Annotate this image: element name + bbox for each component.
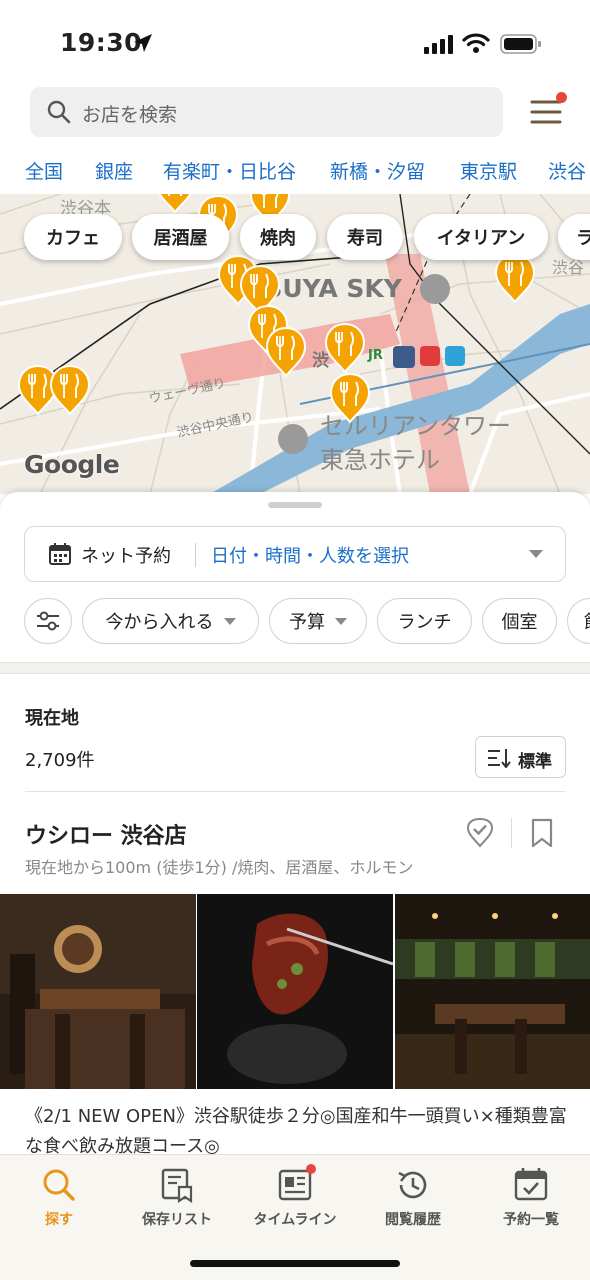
tab-search-label: 探す	[45, 1212, 73, 1228]
search-placeholder: お店を検索	[82, 104, 178, 126]
results-sheet: ネット予約 日付・時間・人数を選択 今から入れる 予算 ランチ 個室 飲 現在地…	[0, 492, 590, 1154]
result-count: 2,709件	[25, 750, 95, 771]
area-tab-yurakucho[interactable]: 有楽町・日比谷	[163, 157, 296, 184]
filter-available-now[interactable]: 今から入れる	[82, 598, 259, 644]
search-input[interactable]: お店を検索	[30, 87, 503, 137]
visited-check-icon[interactable]	[466, 818, 494, 848]
area-tab-ginza[interactable]: 銀座	[95, 157, 133, 184]
wifi-icon	[462, 33, 490, 53]
tab-reservations[interactable]: 予約一覧	[472, 1167, 590, 1231]
tab-timeline-label: タイムライン	[253, 1212, 337, 1228]
filter-budget[interactable]: 予算	[269, 598, 367, 644]
shop-photo-dining[interactable]	[395, 894, 590, 1089]
reservation-selector[interactable]: ネット予約 日付・時間・人数を選択	[24, 526, 566, 582]
tab-history-label: 閲覧履歴	[385, 1212, 441, 1228]
notification-badge	[306, 1164, 316, 1174]
reservation-divider	[195, 543, 196, 567]
status-time: 19:30	[60, 28, 143, 57]
shop-name[interactable]: ウシロー 渋谷店	[25, 818, 187, 850]
tab-search[interactable]: 探す	[0, 1167, 118, 1231]
google-logo: Google	[24, 450, 120, 479]
filter-lunch[interactable]: ランチ	[377, 598, 472, 644]
sliders-icon	[37, 611, 59, 631]
tab-history[interactable]: 閲覧履歴	[354, 1167, 472, 1231]
section-divider	[0, 662, 590, 674]
history-clock-icon	[398, 1171, 427, 1199]
search-icon	[43, 1169, 75, 1201]
filter-settings-button[interactable]	[24, 598, 72, 644]
sort-icon	[488, 749, 511, 768]
sheet-handle[interactable]	[268, 502, 322, 508]
category-chip-cafe[interactable]: カフェ	[24, 214, 122, 260]
sort-label: 標準	[518, 752, 552, 772]
tab-reservations-label: 予約一覧	[503, 1212, 559, 1228]
reservation-label: ネット予約	[81, 546, 171, 567]
filter-available-now-label: 今から入れる	[105, 612, 214, 633]
battery-icon	[500, 34, 541, 54]
divider	[25, 791, 565, 792]
sort-button[interactable]: 標準	[475, 736, 566, 778]
divider	[511, 818, 512, 848]
notification-badge	[556, 92, 567, 103]
tab-saved-list-label: 保存リスト	[142, 1212, 212, 1228]
area-tab-all[interactable]: 全国	[25, 157, 63, 184]
area-tab-tokyo-station[interactable]: 東京駅	[460, 157, 517, 184]
category-chip-italian[interactable]: イタリアン	[414, 214, 548, 260]
category-chip-sushi[interactable]: 寿司	[327, 214, 403, 260]
shop-description: 《2/1 NEW OPEN》渋谷駅徒歩２分◎国産和牛一頭買い×種類豊富な食べ飲み…	[25, 1106, 567, 1154]
tab-saved-list[interactable]: 保存リスト	[118, 1167, 236, 1231]
chevron-down-icon	[529, 550, 543, 558]
location-title: 現在地	[25, 708, 79, 729]
tab-timeline[interactable]: タイムライン	[236, 1164, 354, 1231]
reservation-datetime-select[interactable]: 日付・時間・人数を選択	[211, 542, 409, 568]
area-tab-shibuya[interactable]: 渋谷	[548, 157, 586, 184]
shop-photo-meat[interactable]	[197, 894, 393, 1089]
shop-meta: 現在地から100m (徒歩1分) /焼肉、居酒屋、ホルモン	[25, 858, 414, 877]
area-tabs: 全国 銀座 有楽町・日比谷 新橋・汐留 東京駅 渋谷	[0, 148, 590, 194]
cellular-signal-icon	[424, 35, 453, 54]
status-bar: 19:30	[0, 0, 590, 86]
category-chip-yakiniku[interactable]: 焼肉	[240, 214, 316, 260]
filter-drink[interactable]: 飲	[567, 598, 590, 644]
saved-list-icon	[161, 1168, 193, 1203]
home-indicator[interactable]	[190, 1260, 400, 1267]
filter-row: 今から入れる 予算 ランチ 個室 飲	[0, 598, 590, 646]
category-chip-izakaya[interactable]: 居酒屋	[132, 214, 229, 260]
search-icon	[47, 100, 71, 124]
bookmark-icon[interactable]	[530, 818, 554, 848]
chevron-down-icon	[335, 617, 347, 625]
chevron-down-icon	[223, 617, 236, 625]
shop-photo-interior[interactable]	[0, 894, 196, 1089]
filter-budget-label: 予算	[289, 612, 325, 633]
area-tab-shinbashi[interactable]: 新橋・汐留	[330, 157, 425, 184]
filter-private-room[interactable]: 個室	[482, 598, 557, 644]
calendar-icon	[49, 543, 71, 565]
location-arrow-icon	[134, 34, 152, 52]
calendar-check-icon	[514, 1168, 548, 1201]
